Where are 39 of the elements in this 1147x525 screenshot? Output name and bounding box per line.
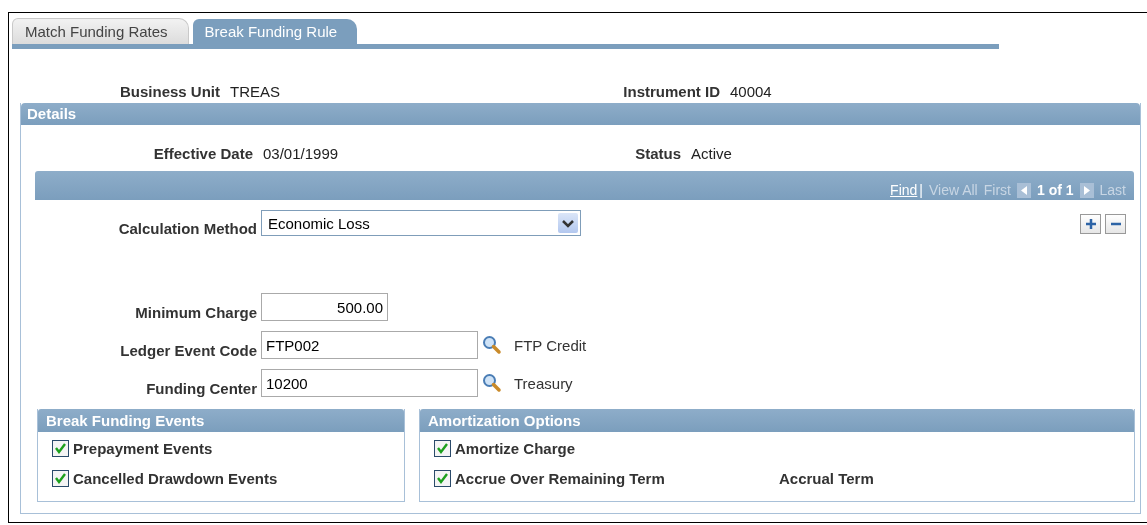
group-title: Amortization Options <box>420 409 1134 432</box>
tab[interactable]: Match Funding Rates <box>12 18 189 44</box>
checkbox[interactable] <box>434 439 451 457</box>
group-title: Break Funding Events <box>38 409 404 432</box>
field-value: 03/01/1999 <box>263 144 340 162</box>
field-description: Treasury <box>514 374 573 392</box>
checkbox-label: Accrue Over Remaining Term <box>455 469 666 487</box>
separator: | <box>919 182 923 198</box>
search-icon[interactable] <box>482 373 502 393</box>
delete-row-button[interactable] <box>1105 214 1126 234</box>
caret-icon <box>558 213 578 233</box>
checkbox-label: Amortize Charge <box>455 439 576 457</box>
field-value: TREAS <box>230 82 281 100</box>
checkbox-label: Cancelled Drawdown Events <box>73 469 278 487</box>
field-label: Effective Date <box>153 144 253 162</box>
checkbox-label: Prepayment Events <box>73 439 213 457</box>
input-field[interactable]: FTP002 <box>261 331 478 359</box>
field-label: Accrual Term <box>779 469 874 487</box>
field-label: Business Unit <box>119 82 220 100</box>
field-label: Status <box>635 144 681 162</box>
search-icon[interactable] <box>482 335 502 355</box>
field-value: Active <box>691 144 733 162</box>
field-description: FTP Credit <box>514 336 587 354</box>
input-field[interactable]: 500.00 <box>261 293 388 321</box>
plus-icon <box>1084 218 1097 230</box>
field-label: Ledger Event Code <box>119 340 258 359</box>
checkbox[interactable] <box>434 469 451 487</box>
input-field[interactable]: 10200 <box>261 369 478 397</box>
field-label: Minimum Charge <box>134 302 258 321</box>
add-row-button[interactable] <box>1080 214 1101 234</box>
field-label: Calculation Method <box>117 220 258 237</box>
field-value: 40004 <box>730 82 773 100</box>
field-label: Instrument ID <box>623 82 720 100</box>
checkbox[interactable] <box>52 439 69 457</box>
field-label: Funding Center <box>145 378 258 397</box>
calculation-method-select[interactable]: Economic Loss <box>261 210 581 236</box>
checkbox[interactable] <box>52 469 69 487</box>
panel-title: Details <box>21 103 1140 125</box>
row-counter: 1 of 1 <box>1036 182 1074 198</box>
